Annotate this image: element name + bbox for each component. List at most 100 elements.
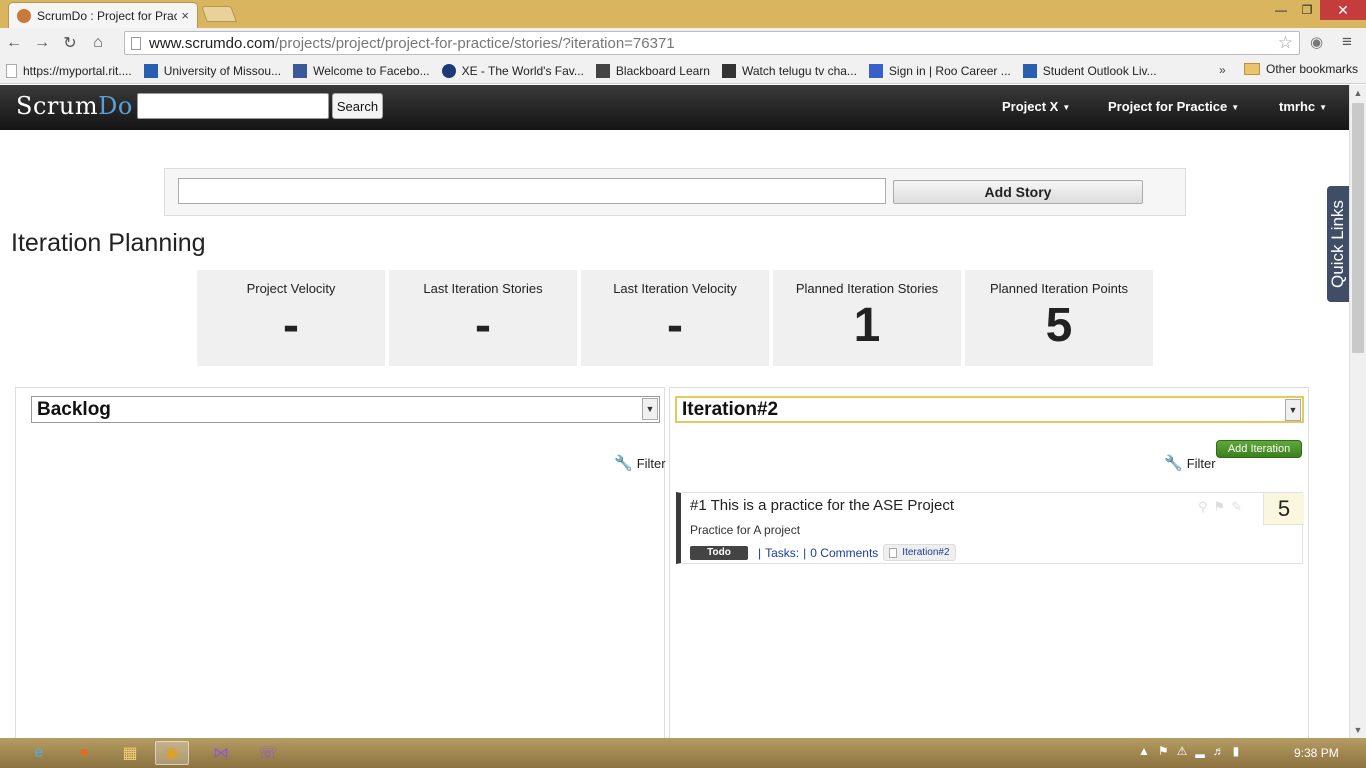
bookmark-item[interactable]: Student Outlook Liv... [1022, 63, 1157, 78]
tv-icon [721, 63, 736, 78]
blackboard-icon [595, 63, 610, 78]
bookmark-item[interactable]: Sign in | Roo Career ... [868, 63, 1011, 78]
home-icon[interactable]: ⌂ [84, 34, 112, 52]
story-input[interactable] [178, 178, 886, 204]
chevron-down-icon[interactable]: ▼ [1285, 399, 1301, 421]
backlog-select[interactable]: Backlog ▼ [31, 396, 660, 423]
tab-title: ScrumDo : Project for Prac [37, 8, 178, 23]
add-story-button[interactable]: Add Story [893, 180, 1143, 204]
bookmark-item[interactable]: Welcome to Facebo... [293, 63, 430, 78]
story-title[interactable]: #1 This is a practice for the ASE Projec… [690, 497, 954, 514]
page-icon [6, 63, 17, 78]
volume-icon[interactable]: ♬ [1213, 744, 1225, 758]
iteration-tag[interactable]: Iteration#2 [883, 544, 956, 561]
backlog-filter-button[interactable]: 🔧 Filter [614, 454, 666, 472]
taskbar-clock[interactable]: 9:38 PM [1294, 746, 1339, 760]
status-badge[interactable]: Todo [690, 545, 748, 560]
menu-project-for-practice[interactable]: Project for Practice ▼ [1108, 99, 1239, 114]
scroll-down-icon[interactable]: ▼ [1350, 722, 1366, 738]
bookmark-item[interactable]: University of Missou... [143, 63, 281, 78]
edit-icon[interactable]: ✎ [1231, 499, 1242, 515]
back-arrow-icon[interactable]: ← [0, 34, 28, 52]
chevron-down-icon[interactable]: ▼ [642, 398, 658, 420]
scrumdo-logo[interactable]: ScrumDo [16, 92, 133, 120]
extension-icon[interactable]: ◉ [1310, 33, 1323, 51]
stat-value: - [475, 299, 491, 352]
bookmarks-overflow-button[interactable]: » [1219, 63, 1226, 77]
minimize-icon[interactable]: — [1268, 0, 1294, 20]
other-bookmarks-folder[interactable]: Other bookmarks [1244, 62, 1358, 76]
viber-icon[interactable]: ☏ [251, 741, 285, 765]
tasks-link[interactable]: Tasks: [765, 546, 799, 560]
stat-value: 5 [1045, 299, 1073, 352]
browser-tab[interactable]: ScrumDo : Project for Prac × [8, 2, 198, 28]
bookmark-item[interactable]: XE - The World's Fav... [441, 63, 584, 78]
firefox-icon[interactable]: ● [67, 741, 101, 765]
stat-planned-iteration-points: Planned Iteration Points 5 [965, 270, 1153, 366]
stat-label: Last Iteration Velocity [613, 281, 737, 296]
story-actions: ⚲ ⚑ ✎ [1198, 499, 1242, 515]
chrome-menu-icon[interactable]: ≡ [1342, 32, 1352, 52]
internet-explorer-icon[interactable]: e [22, 741, 56, 765]
iteration-select[interactable]: Iteration#2 ▼ [675, 396, 1304, 423]
bookmark-item[interactable]: Watch telugu tv cha... [721, 63, 857, 78]
menu-project-x[interactable]: Project X ▼ [1002, 99, 1070, 114]
quick-links-tab[interactable]: Quick Links [1327, 186, 1349, 302]
network-warning-icon[interactable]: ⚠ [1177, 744, 1188, 758]
xe-icon [441, 63, 456, 78]
stat-label: Project Velocity [246, 281, 336, 296]
window-close-icon[interactable]: ✕ [1320, 0, 1366, 20]
iteration-select-value: Iteration#2 [682, 398, 779, 420]
bookmark-item[interactable]: Blackboard Learn [595, 63, 710, 78]
search-input[interactable] [137, 93, 329, 119]
maximize-icon[interactable]: ❐ [1294, 0, 1320, 20]
story-description: Practice for A project [690, 523, 801, 537]
signal-strength-icon[interactable]: ▂ [1195, 744, 1204, 758]
file-explorer-icon[interactable]: ▦ [113, 741, 147, 765]
search-icon[interactable]: ⚲ [1198, 499, 1208, 515]
caret-down-icon: ▼ [1319, 103, 1328, 113]
url-host: www.scrumdo.com [149, 34, 275, 52]
folder-icon [1244, 63, 1260, 75]
new-tab-button[interactable] [201, 6, 237, 22]
scroll-thumb[interactable] [1352, 103, 1364, 353]
address-bar[interactable]: www.scrumdo.com/projects/project/project… [124, 31, 1300, 55]
forward-arrow-icon[interactable]: → [28, 34, 56, 52]
show-hidden-icons-icon[interactable]: ▲ [1138, 744, 1150, 758]
tag-icon[interactable]: ⚑ [1214, 499, 1226, 515]
stat-label: Last Iteration Stories [423, 281, 543, 296]
wrench-icon: 🔧 [1164, 455, 1183, 472]
stat-label: Planned Iteration Stories [795, 281, 939, 296]
add-iteration-button[interactable]: Add Iteration [1216, 440, 1302, 458]
reload-icon[interactable]: ↻ [56, 33, 84, 53]
menu-user[interactable]: tmrhc ▼ [1279, 99, 1327, 114]
iteration-filter-button[interactable]: 🔧 Filter [1164, 454, 1216, 472]
caret-down-icon: ▼ [1062, 103, 1071, 113]
university-icon [143, 63, 158, 78]
scrumdo-favicon-icon [17, 8, 31, 23]
story-meta: Todo | Tasks: | 0 Comments Iteration#2 [690, 544, 956, 561]
comments-link[interactable]: 0 Comments [810, 546, 878, 560]
stat-value: - [283, 299, 299, 352]
tab-close-icon[interactable]: × [181, 8, 189, 23]
bookmarks-bar: https://myportal.rit.... University of M… [0, 58, 1366, 84]
scroll-up-icon[interactable]: ▲ [1350, 85, 1366, 101]
bookmark-item[interactable]: https://myportal.rit.... [6, 63, 132, 78]
page-title: Iteration Planning [11, 229, 206, 257]
battery-icon[interactable]: ▮ [1233, 744, 1240, 758]
story-card[interactable]: #1 This is a practice for the ASE Projec… [676, 492, 1304, 564]
action-center-flag-icon[interactable]: ⚑ [1158, 744, 1169, 758]
backlog-panel: Backlog ▼ 🔧 Filter [15, 387, 666, 738]
separator: | [758, 545, 762, 560]
wrench-icon: 🔧 [614, 455, 633, 472]
stat-label: Planned Iteration Points [989, 281, 1129, 296]
story-points[interactable]: 5 [1263, 493, 1304, 525]
search-button[interactable]: Search [332, 93, 383, 119]
bookmark-star-icon[interactable]: ☆ [1278, 33, 1293, 53]
caret-down-icon: ▼ [1231, 103, 1240, 113]
chrome-icon[interactable]: ◉ [155, 741, 189, 765]
visual-studio-icon[interactable]: ⋈ [204, 741, 238, 765]
page-scrollbar[interactable]: ▲ ▼ [1349, 85, 1366, 738]
stat-planned-iteration-stories: Planned Iteration Stories 1 [773, 270, 961, 366]
browser-titlebar: ScrumDo : Project for Prac × — ❐ ✕ [0, 0, 1366, 28]
